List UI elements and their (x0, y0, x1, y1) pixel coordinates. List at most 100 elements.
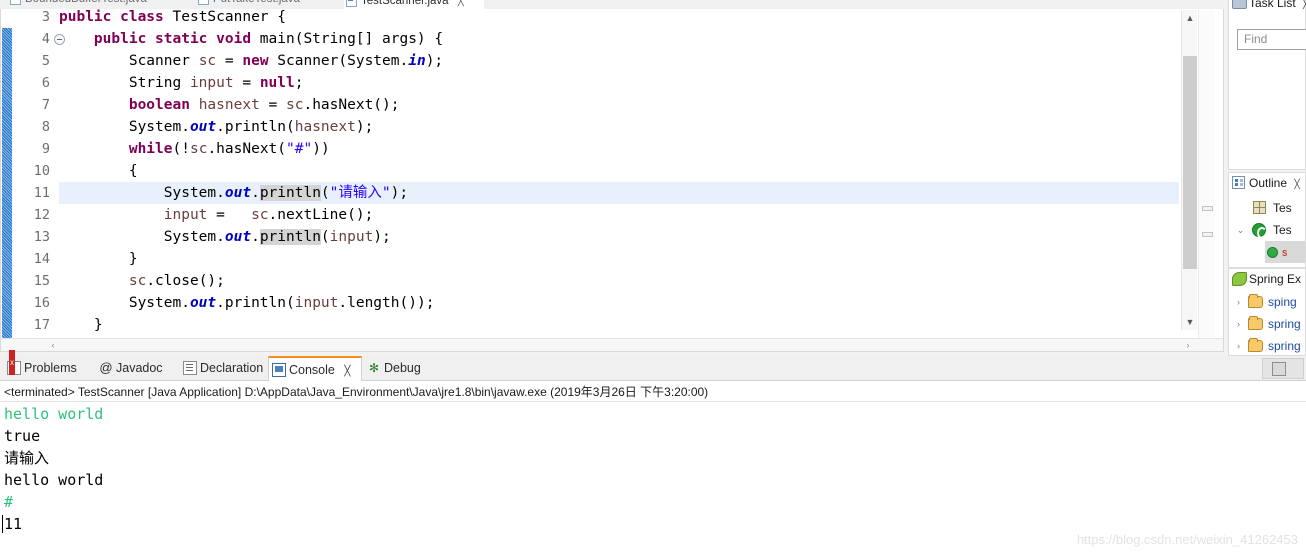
code-line[interactable]: System.out.println("请输入"); (59, 182, 1179, 204)
code-line[interactable]: } (59, 248, 138, 270)
code-line[interactable]: input = sc.nextLine(); (59, 204, 374, 226)
code-token: .length()); (338, 295, 435, 311)
code-token: .hasNext( (207, 141, 287, 157)
code-line[interactable]: public static void main(String[] args) { (59, 28, 443, 50)
console-output-line: # (4, 493, 14, 511)
code-token: Scanner (128, 53, 199, 69)
code-token: .println( (216, 295, 295, 311)
close-icon[interactable]: ╳ (1294, 179, 1299, 189)
tab-label: Debug (384, 361, 421, 375)
tab-label: Declaration (200, 361, 264, 375)
editor-tab-puttaketest[interactable]: PutTakeTest.java (196, 0, 300, 9)
code-token: hasnext (198, 97, 260, 113)
console-output-line: 请输入 (4, 449, 50, 467)
code-token: ( (320, 229, 330, 245)
code-token: String (128, 75, 190, 91)
code-line[interactable]: System.out.println(input.length()); (59, 292, 435, 314)
overview-marker[interactable] (1202, 232, 1213, 237)
close-icon[interactable]: ╳ (344, 366, 350, 377)
line-number: 3 (41, 9, 50, 25)
scroll-right-icon[interactable]: › (1181, 339, 1195, 352)
chevron-right-icon[interactable]: › (1233, 335, 1244, 357)
code-line[interactable]: String input = null; (59, 72, 304, 94)
right-side-panel: Task List ╳ Find Outline ╳ Tes ⌄ Tes S S… (1224, 0, 1306, 356)
find-input[interactable]: Find (1237, 29, 1306, 50)
line-number-gutter: 3 4 5 6 7 8 9 10 11 12 13 14 15 16 17 (12, 9, 65, 341)
watermark: https://blog.csdn.net/weixin_41262453 (1076, 532, 1298, 547)
tab-debug[interactable]: ✻ Debug (364, 356, 421, 381)
tab-label: Console (289, 363, 335, 377)
code-token: out (189, 119, 217, 135)
overview-marker[interactable] (1202, 206, 1213, 211)
tab-problems[interactable]: Problems (4, 350, 77, 381)
code-line[interactable]: System.out.println(input); (59, 226, 391, 248)
outline-view: Outline ╳ Tes ⌄ Tes S (1228, 172, 1306, 268)
code-line[interactable]: boolean hasnext = sc.hasNext(); (59, 94, 400, 116)
console-status-line: <terminated> TestScanner [Java Applicati… (0, 382, 1306, 402)
code-line[interactable]: System.out.println(hasnext); (59, 116, 373, 138)
chevron-right-icon[interactable]: › (1233, 291, 1244, 313)
code-token: System. (163, 229, 225, 245)
tab-declaration[interactable]: Declaration (180, 356, 263, 381)
line-number: 10 (33, 163, 50, 179)
editor-tab-testscanner[interactable]: TestScanner.java ╳ (344, 0, 484, 9)
spring-explorer-header[interactable]: Spring Ex (1229, 269, 1301, 289)
outline-row-label: S (1282, 249, 1288, 258)
code-line[interactable]: sc.close(); (59, 270, 225, 292)
code-token: main(String[] args) { (259, 31, 444, 47)
code-token: . (251, 229, 260, 245)
scroll-left-icon[interactable]: ‹ (46, 339, 60, 352)
code-token: .close(); (146, 273, 225, 289)
editor-area: BoundedBufferTest.java PutTakeTest.java … (0, 0, 1224, 352)
editor-tab-label: BoundedBufferTest.java (25, 0, 147, 5)
code-token: public static void (93, 31, 260, 47)
console-output-line: hello world (4, 471, 104, 489)
outline-row-method[interactable]: S (1265, 241, 1306, 263)
tab-label: Javadoc (116, 361, 163, 375)
code-token: } (93, 317, 103, 333)
line-number: 15 (33, 273, 50, 289)
scroll-up-icon[interactable]: ▲ (1182, 10, 1198, 26)
code-line[interactable]: public class TestScanner { (59, 9, 286, 28)
tab-label: Problems (24, 361, 77, 375)
code-token: ; (294, 75, 304, 91)
code-line[interactable]: while(!sc.hasNext("#")) (59, 138, 330, 160)
chevron-down-icon[interactable]: ⌄ (1235, 219, 1246, 241)
outline-row-label: Tes (1273, 201, 1292, 215)
code-text-area[interactable]: public class TestScanner { public static… (59, 9, 1179, 341)
code-token: input (294, 295, 339, 311)
code-token: public (59, 9, 121, 25)
close-icon[interactable]: ╳ (458, 0, 464, 7)
editor-tab-boundedbuffertest[interactable]: BoundedBufferTest.java (8, 0, 147, 9)
class-icon (1252, 223, 1267, 239)
code-token: null (259, 75, 295, 91)
code-token: TestScanner { (172, 9, 287, 25)
code-token: ); (390, 185, 409, 201)
outline-header[interactable]: Outline ╳ (1229, 173, 1300, 193)
scroll-down-icon[interactable]: ▼ (1182, 314, 1198, 330)
chevron-right-icon[interactable]: › (1233, 313, 1244, 335)
java-file-icon (346, 0, 357, 7)
code-token: ); (355, 119, 374, 135)
stop-icon[interactable] (1272, 362, 1286, 376)
code-line[interactable]: { (59, 160, 138, 182)
task-list-header[interactable]: Task List ╳ (1229, 0, 1306, 13)
editor-vertical-scrollbar[interactable]: ▲ ▼ (1181, 10, 1197, 330)
tab-console[interactable]: Console ╳ (268, 356, 362, 381)
scrollbar-thumb[interactable] (1183, 56, 1197, 269)
task-list-title: Task List (1249, 0, 1296, 10)
declaration-icon (183, 361, 197, 375)
line-number: 11 (33, 185, 50, 201)
eclipse-ide-window: BoundedBufferTest.java PutTakeTest.java … (0, 0, 1306, 559)
code-token: class (120, 9, 173, 25)
code-token: boolean (128, 97, 199, 113)
overview-ruler[interactable] (1198, 10, 1215, 340)
line-number: 5 (41, 53, 50, 69)
line-number: 9 (41, 141, 50, 157)
line-number: 12 (33, 207, 50, 223)
editor-horizontal-scrollbar[interactable]: ‹ › (1, 338, 1223, 351)
code-token: = (216, 53, 243, 69)
code-line[interactable]: Scanner sc = new Scanner(System.in); (59, 50, 443, 72)
tab-javadoc[interactable]: @ Javadoc (96, 356, 163, 381)
code-line[interactable]: } (59, 314, 103, 336)
